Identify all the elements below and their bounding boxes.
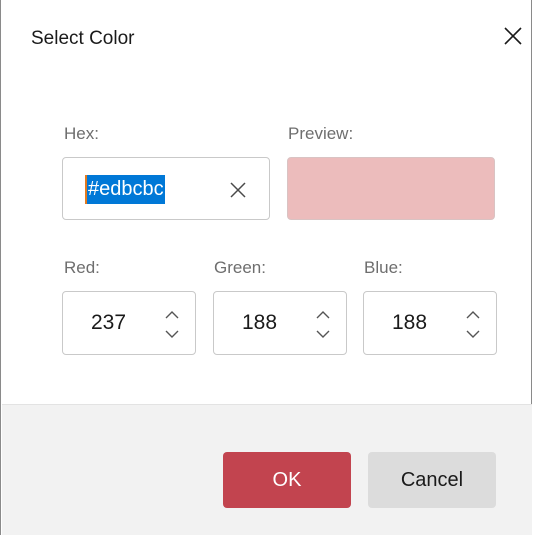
chevron-up-icon — [316, 310, 330, 318]
blue-label: Blue: — [364, 258, 403, 277]
hex-value: #edbcbc — [87, 175, 165, 204]
green-spin-arrows — [312, 304, 334, 344]
red-decrement-button[interactable] — [161, 326, 183, 342]
blue-spin-arrows — [462, 304, 484, 344]
red-value: 237 — [91, 311, 127, 334]
blue-increment-button[interactable] — [462, 306, 484, 322]
preview-label: Preview: — [288, 124, 354, 143]
cancel-button[interactable]: Cancel — [368, 452, 496, 508]
green-label: Green: — [214, 258, 266, 277]
color-preview-swatch — [287, 157, 495, 220]
chevron-up-icon — [165, 310, 179, 318]
hex-input[interactable]: #edbcbc — [62, 157, 270, 220]
green-spinbox[interactable]: 188 — [213, 291, 347, 355]
clear-button[interactable] — [223, 175, 253, 205]
chevron-down-icon — [466, 330, 480, 338]
ok-button[interactable]: OK — [223, 452, 351, 508]
blue-decrement-button[interactable] — [462, 326, 484, 342]
green-decrement-button[interactable] — [312, 326, 334, 342]
hex-label: Hex: — [64, 124, 99, 143]
chevron-down-icon — [165, 330, 179, 338]
select-color-dialog: Select Color Hex: #edbcbc Preview: Red: … — [0, 0, 532, 535]
close-button[interactable] — [499, 22, 527, 50]
red-label: Red: — [64, 258, 100, 277]
green-increment-button[interactable] — [312, 306, 334, 322]
green-value: 188 — [242, 311, 278, 334]
red-spin-arrows — [161, 304, 183, 344]
chevron-up-icon — [466, 310, 480, 318]
close-icon — [504, 27, 522, 45]
red-spinbox[interactable]: 237 — [62, 291, 196, 355]
dialog-title: Select Color — [31, 28, 135, 49]
blue-value: 188 — [392, 311, 428, 334]
clear-icon — [230, 182, 246, 198]
chevron-down-icon — [316, 330, 330, 338]
red-increment-button[interactable] — [161, 306, 183, 322]
blue-spinbox[interactable]: 188 — [363, 291, 497, 355]
